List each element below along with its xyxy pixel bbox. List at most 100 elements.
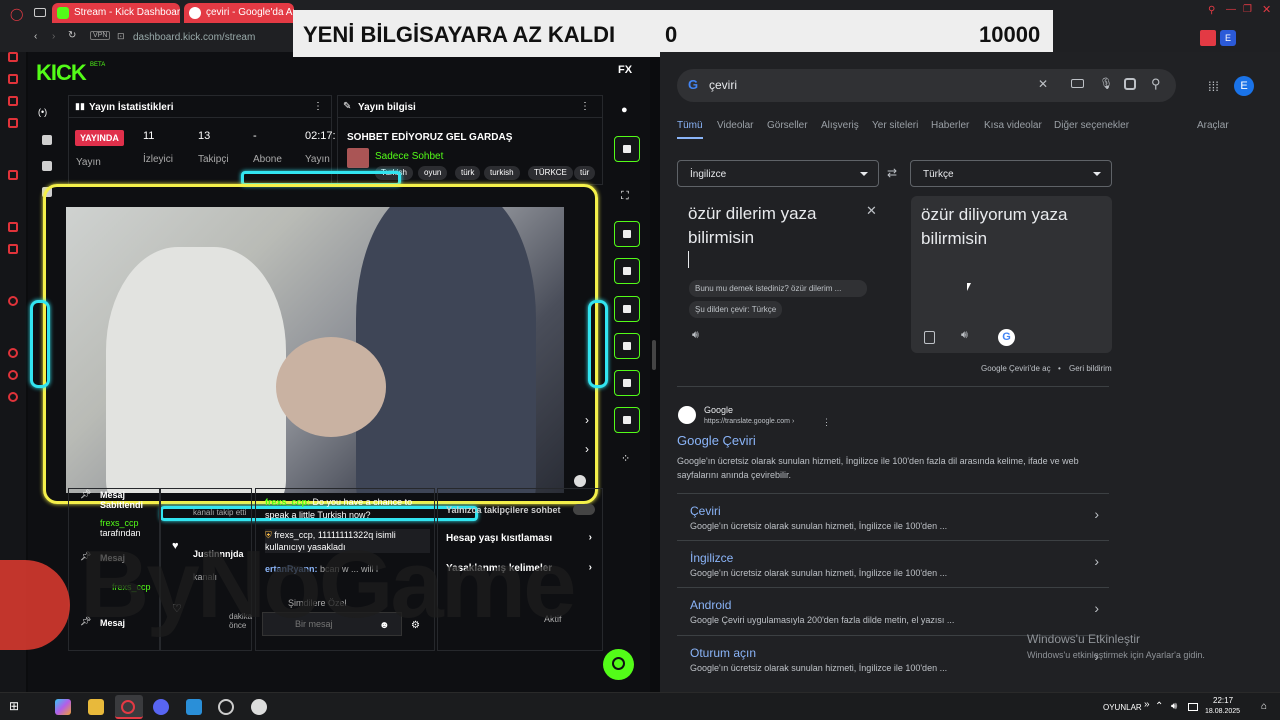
target-language-select[interactable]: Türkçe bbox=[910, 160, 1112, 187]
tab-news[interactable]: Haberler bbox=[931, 120, 969, 131]
result-title-link[interactable]: Google Çeviri bbox=[677, 433, 756, 448]
reload-icon[interactable]: ↻ bbox=[68, 30, 76, 41]
windows-start-icon[interactable]: ⊞ bbox=[9, 699, 25, 715]
sidebar-settings-icon[interactable] bbox=[8, 392, 18, 402]
maximize-icon[interactable]: ❐ bbox=[1243, 4, 1252, 15]
rail-chat-button[interactable] bbox=[614, 296, 640, 322]
tab-places[interactable]: Yer siteleri bbox=[872, 120, 918, 131]
swap-languages-icon[interactable]: ⇄ bbox=[887, 166, 897, 180]
tab-tools[interactable]: Araçlar bbox=[1197, 120, 1229, 131]
notifications-icon[interactable]: ⌂ bbox=[1261, 701, 1267, 712]
tab-images[interactable]: Görseller bbox=[767, 120, 808, 131]
rail-tools-button[interactable] bbox=[614, 407, 640, 433]
sidebar-news-icon[interactable] bbox=[8, 118, 18, 128]
sitelink-title[interactable]: Oturum açın bbox=[690, 646, 756, 660]
tab-google-search[interactable]: çeviri - Google'da Ara bbox=[184, 3, 294, 23]
open-in-translate-link[interactable]: Google Çeviri'de aç bbox=[981, 364, 1051, 373]
clear-source-icon[interactable]: ✕ bbox=[866, 203, 877, 219]
rail-layout-button[interactable] bbox=[614, 370, 640, 396]
apps-grid-icon[interactable]: ⁞⁞⁞ bbox=[1208, 79, 1219, 94]
discord-icon[interactable] bbox=[153, 699, 169, 715]
kick-logo[interactable]: KICK bbox=[36, 60, 87, 86]
expand-icon[interactable]: ⛶ bbox=[621, 190, 629, 203]
minimize-icon[interactable]: — bbox=[1226, 4, 1236, 15]
result-url[interactable]: https://translate.google.com › bbox=[704, 418, 794, 425]
profile-avatar[interactable]: E bbox=[1220, 30, 1236, 46]
translate-from-chip[interactable]: Şu dilden çevir: Türkçe bbox=[689, 301, 783, 318]
vpn-badge[interactable]: VPN bbox=[90, 31, 111, 40]
sidebar-music-icon[interactable] bbox=[8, 296, 18, 306]
chevron-right-icon[interactable]: › bbox=[585, 413, 589, 427]
fx-icon[interactable]: FX bbox=[618, 64, 632, 76]
support-chat-button[interactable] bbox=[603, 649, 634, 680]
app-icon[interactable] bbox=[251, 699, 267, 715]
search-input[interactable] bbox=[709, 78, 1009, 92]
result-menu-icon[interactable]: ⋮ bbox=[822, 417, 831, 428]
tab-videos[interactable]: Videolar bbox=[717, 120, 754, 131]
split-handle[interactable] bbox=[652, 340, 656, 370]
tray-label[interactable]: OYUNLAR bbox=[1103, 703, 1142, 712]
steam-icon[interactable] bbox=[186, 699, 202, 715]
close-icon[interactable]: ✕ bbox=[1262, 3, 1271, 16]
stream-preview[interactable] bbox=[66, 207, 564, 493]
trophy-icon[interactable] bbox=[42, 161, 52, 171]
forward-icon[interactable]: › bbox=[52, 31, 55, 42]
sitelink-row[interactable]: İngilizce Google'ın ücretsiz olarak sunu… bbox=[677, 540, 1109, 586]
sitelink-title[interactable]: İngilizce bbox=[690, 551, 733, 565]
sitelink-row[interactable]: Android Google Çeviri uygulamasıyla 200'… bbox=[677, 587, 1109, 633]
followers-only-toggle[interactable] bbox=[573, 504, 595, 515]
tray-overflow-icon[interactable]: » bbox=[1144, 699, 1150, 710]
rail-bolt-button[interactable] bbox=[614, 221, 640, 247]
activity-user[interactable]: frexs_ccp bbox=[100, 518, 139, 528]
tab-shopping[interactable]: Alışveriş bbox=[821, 120, 859, 131]
search-icon[interactable]: ⚲ bbox=[1151, 76, 1161, 92]
workspaces-icon[interactable] bbox=[34, 8, 46, 17]
chevron-right-icon[interactable]: › bbox=[585, 442, 589, 456]
account-avatar[interactable]: E bbox=[1234, 76, 1254, 96]
panel-menu-icon[interactable]: ⋮ bbox=[313, 101, 323, 112]
google-logo-icon[interactable]: G bbox=[998, 329, 1015, 346]
network-icon[interactable] bbox=[1188, 703, 1198, 711]
sitelink-title[interactable]: Çeviri bbox=[690, 504, 721, 518]
tab-kick-dashboard[interactable]: Stream - Kick Dashboard bbox=[52, 3, 180, 23]
sidebar-shop-icon[interactable] bbox=[8, 74, 18, 84]
tab-all[interactable]: Tümü bbox=[677, 120, 703, 139]
back-icon[interactable]: ‹ bbox=[34, 31, 37, 42]
rail-edit-button[interactable] bbox=[614, 136, 640, 162]
obs-icon[interactable] bbox=[218, 699, 234, 715]
sitelink-row[interactable]: Çeviri Google'ın ücretsiz olarak sunulan… bbox=[677, 493, 1109, 539]
source-text-input[interactable]: özür dilerim yaza bilirmisin bbox=[688, 202, 858, 250]
feedback-link[interactable]: Geri bildirim bbox=[1069, 364, 1112, 373]
sidebar-aria2-icon[interactable] bbox=[8, 170, 18, 180]
stream-category[interactable]: Sadece Sohbet bbox=[375, 151, 443, 162]
address-bar[interactable]: dashboard.kick.com/stream bbox=[133, 32, 255, 43]
sidebar-discord-icon[interactable] bbox=[8, 244, 18, 254]
overlay-toggle[interactable] bbox=[574, 475, 586, 487]
opera-logo-icon[interactable]: ◯ bbox=[10, 7, 23, 21]
listen-translation-icon[interactable]: 🔊︎ bbox=[961, 329, 968, 342]
source-language-select[interactable]: İngilizce bbox=[677, 160, 879, 187]
volume-icon[interactable]: 🔊︎ bbox=[1171, 701, 1177, 712]
did-you-mean-chip[interactable]: Bunu mu demek istediniz? özür dilerim ..… bbox=[689, 280, 867, 297]
sidebar-history-icon[interactable] bbox=[8, 370, 18, 380]
extension-icon[interactable] bbox=[1200, 30, 1216, 46]
mic-icon[interactable]: 🎙︎ bbox=[1099, 77, 1113, 90]
stats-icon[interactable] bbox=[42, 135, 52, 145]
sidebar-flow-icon[interactable] bbox=[8, 96, 18, 106]
tab-short-videos[interactable]: Kısa videolar bbox=[984, 120, 1042, 131]
sidebar-clock-icon[interactable] bbox=[8, 348, 18, 358]
keyboard-icon[interactable] bbox=[1071, 79, 1084, 88]
stream-icon[interactable]: (•) bbox=[38, 107, 48, 117]
clock-time[interactable]: 22:17 bbox=[1213, 696, 1233, 705]
sitelink-title[interactable]: Android bbox=[690, 598, 731, 612]
sidebar-aria-icon[interactable] bbox=[8, 52, 18, 62]
sidebar-twitch-icon[interactable] bbox=[8, 222, 18, 232]
file-explorer-icon[interactable] bbox=[88, 699, 104, 715]
tray-chevron-icon[interactable]: ⌃ bbox=[1155, 701, 1163, 712]
copy-icon[interactable] bbox=[924, 331, 935, 344]
info-icon[interactable]: ● bbox=[621, 104, 628, 116]
copilot-icon[interactable] bbox=[55, 699, 71, 715]
clear-icon[interactable]: ✕ bbox=[1038, 77, 1048, 91]
apps-icon[interactable]: ⁘ bbox=[621, 452, 630, 465]
search-icon[interactable]: ⚲ bbox=[1208, 5, 1215, 16]
